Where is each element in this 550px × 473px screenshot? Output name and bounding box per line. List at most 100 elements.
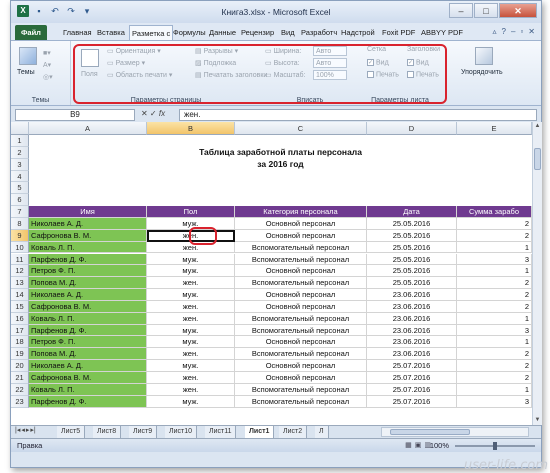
collapse-ribbon-icon[interactable]: ▵ <box>493 27 497 36</box>
row-header[interactable]: 4 <box>11 170 29 183</box>
name-cell[interactable]: Николаев А. Д. <box>29 289 147 301</box>
normal-view-icon[interactable]: ▦ <box>405 441 412 449</box>
fx-icon[interactable]: ✕ ✓ fx <box>141 109 165 118</box>
name-cell[interactable]: Николаев А. Д. <box>29 360 147 372</box>
sum-cell[interactable]: 2 <box>457 372 532 384</box>
maximize-button[interactable]: □ <box>474 3 498 18</box>
sex-cell[interactable]: жен. <box>147 312 235 325</box>
date-cell[interactable]: 25.07.2016 <box>367 372 457 384</box>
first-sheet-icon[interactable]: |◂ <box>15 426 20 434</box>
name-cell[interactable]: Попова М. Д. <box>29 348 147 361</box>
sum-cell[interactable]: 3 <box>457 395 532 408</box>
sex-cell[interactable]: жен. <box>147 241 235 254</box>
category-cell[interactable]: Вспомогательный персонал <box>235 241 367 254</box>
sheet-tab[interactable]: Лист8 <box>93 426 122 438</box>
fonts-icon[interactable]: A▾ <box>43 61 51 69</box>
name-cell[interactable]: Николаев А. Д. <box>29 217 147 230</box>
name-cell[interactable]: Сафронова В. М. <box>29 300 147 313</box>
date-cell[interactable]: 23.06.2016 <box>367 324 457 337</box>
table-header-cell[interactable]: Категория персонала <box>235 206 367 218</box>
tab-home[interactable]: Главная <box>61 25 94 40</box>
sex-cell[interactable]: жен. <box>147 383 235 396</box>
sum-cell[interactable]: 2 <box>457 229 532 242</box>
category-cell[interactable]: Основной персонал <box>235 360 367 372</box>
name-cell[interactable]: Попова М. Д. <box>29 277 147 290</box>
row-header[interactable]: 22 <box>11 383 29 396</box>
row-header[interactable]: 11 <box>11 253 29 266</box>
tab-addins[interactable]: Надстрой <box>339 25 377 40</box>
sum-cell[interactable]: 2 <box>457 277 532 290</box>
row-header[interactable]: 19 <box>11 348 29 361</box>
column-header[interactable]: A <box>29 122 147 135</box>
date-cell[interactable]: 23.06.2016 <box>367 312 457 325</box>
minimize-button[interactable]: – <box>449 3 473 18</box>
row-header[interactable]: 20 <box>11 360 29 372</box>
category-cell[interactable]: Основной персонал <box>235 336 367 349</box>
category-cell[interactable]: Основной персонал <box>235 229 367 242</box>
arrange-button[interactable]: Упорядочить <box>461 69 503 76</box>
zoom-slider[interactable] <box>455 442 535 450</box>
column-header[interactable]: E <box>457 122 532 135</box>
sum-cell[interactable]: 1 <box>457 265 532 278</box>
hscroll-thumb[interactable] <box>390 429 470 435</box>
date-cell[interactable]: 25.07.2016 <box>367 395 457 408</box>
category-cell[interactable]: Основной персонал <box>235 217 367 230</box>
row-header[interactable]: 14 <box>11 289 29 301</box>
table-header-cell[interactable]: Имя <box>29 206 147 218</box>
sex-cell[interactable]: муж. <box>147 289 235 301</box>
name-cell[interactable]: Парфенов Д. Ф. <box>29 395 147 408</box>
sum-cell[interactable]: 2 <box>457 360 532 372</box>
row-header[interactable]: 3 <box>11 158 29 171</box>
date-cell[interactable]: 25.07.2016 <box>367 383 457 396</box>
themes-icon[interactable] <box>19 47 37 65</box>
close-button[interactable]: ✕ <box>499 3 537 18</box>
name-cell[interactable]: Коваль Л. П. <box>29 383 147 396</box>
wb-restore-icon[interactable]: ▫ <box>520 27 523 36</box>
row-header[interactable]: 18 <box>11 336 29 349</box>
tab-foxit[interactable]: Foxit PDF <box>380 25 417 40</box>
row-header[interactable]: 23 <box>11 395 29 408</box>
category-cell[interactable]: Вспомогательный персонал <box>235 395 367 408</box>
table-header-cell[interactable]: Дата <box>367 206 457 218</box>
sheet-nav[interactable]: |◂ ◂ ▸ ▸| <box>15 426 36 434</box>
page-layout-view-icon[interactable]: ▣ <box>415 441 422 449</box>
sheet-tab[interactable]: Лист9 <box>129 426 158 438</box>
name-cell[interactable]: Парфенов Д. Ф. <box>29 253 147 266</box>
sum-cell[interactable]: 2 <box>457 300 532 313</box>
sex-cell[interactable]: муж. <box>147 336 235 349</box>
scroll-thumb[interactable] <box>534 148 541 170</box>
date-cell[interactable]: 23.06.2016 <box>367 348 457 361</box>
date-cell[interactable]: 25.05.2016 <box>367 253 457 266</box>
formula-input[interactable]: жен. <box>179 109 537 121</box>
effects-icon[interactable]: ◎▾ <box>43 73 53 81</box>
row-header[interactable]: 12 <box>11 265 29 278</box>
category-cell[interactable]: Вспомогательный персонал <box>235 253 367 266</box>
tab-developer[interactable]: Разработч <box>299 25 339 40</box>
tab-review[interactable]: Рецензир <box>239 25 276 40</box>
date-cell[interactable]: 25.07.2016 <box>367 360 457 372</box>
row-header[interactable]: 7 <box>11 206 29 218</box>
sex-cell[interactable]: муж. <box>147 360 235 372</box>
sum-cell[interactable]: 3 <box>457 253 532 266</box>
scroll-down-icon[interactable]: ▼ <box>533 416 542 425</box>
sex-cell[interactable]: муж. <box>147 324 235 337</box>
colors-icon[interactable]: ■▾ <box>43 49 51 57</box>
row-header[interactable]: 16 <box>11 312 29 325</box>
category-cell[interactable]: Основной персонал <box>235 265 367 278</box>
date-cell[interactable]: 25.05.2016 <box>367 277 457 290</box>
sheet-tab[interactable]: Лист10 <box>165 426 197 438</box>
category-cell[interactable]: Вспомогательный персонал <box>235 324 367 337</box>
select-all-corner[interactable] <box>11 122 29 135</box>
sheet-tab[interactable]: Лист5 <box>57 426 86 438</box>
category-cell[interactable]: Основной персонал <box>235 372 367 384</box>
row-header[interactable]: 6 <box>11 194 29 207</box>
sex-cell[interactable]: муж. <box>147 253 235 266</box>
date-cell[interactable]: 23.06.2016 <box>367 289 457 301</box>
scroll-up-icon[interactable]: ▲ <box>533 122 542 131</box>
tab-file[interactable]: Файл <box>15 25 47 40</box>
column-header[interactable]: D <box>367 122 457 135</box>
help-icon[interactable]: ? <box>502 27 506 36</box>
table-header-cell[interactable]: Сумма зарабо <box>457 206 532 218</box>
themes-button[interactable]: Темы <box>17 69 35 76</box>
sum-cell[interactable]: 2 <box>457 289 532 301</box>
